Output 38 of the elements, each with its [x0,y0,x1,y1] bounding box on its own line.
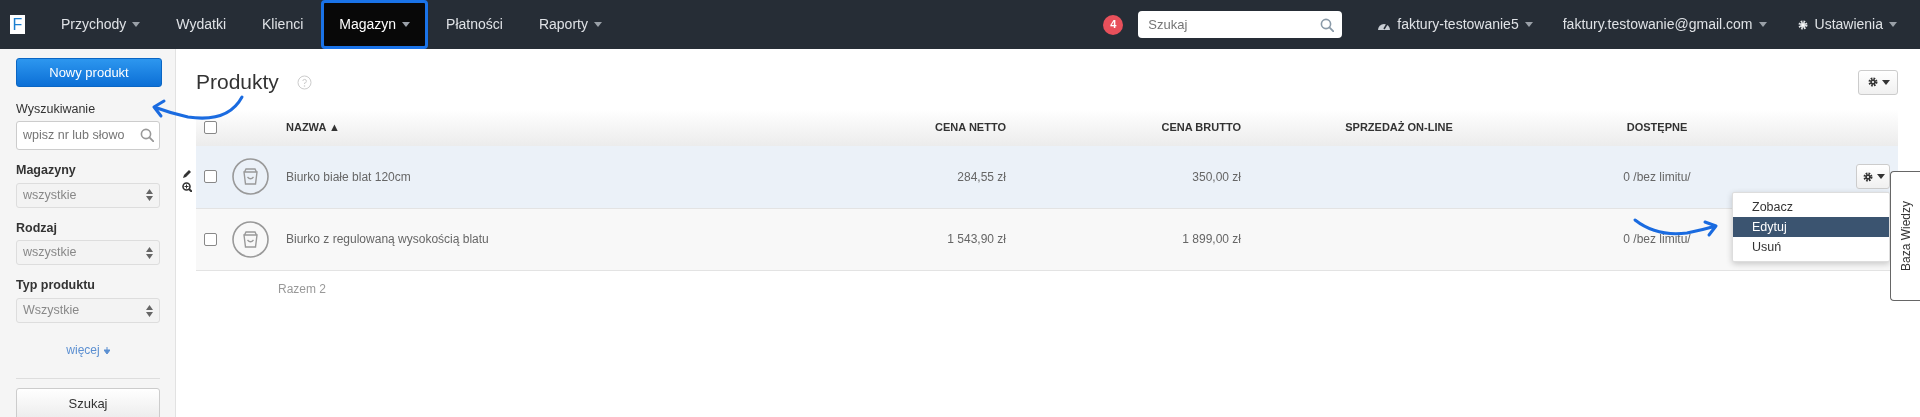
nav-tab[interactable]: Przychody [43,0,159,49]
table-cell: 0 /bez limitu/ [1623,169,1691,184]
table-cell: 0 /bez limitu/ [1623,232,1691,246]
nav-tab[interactable]: Klienci [244,0,322,49]
nav-tab[interactable]: Wydatki [158,0,245,49]
search-field[interactable]: Szukaj [1138,11,1343,38]
column-header[interactable]: NAZWA ▲ [286,121,340,134]
page-title: Produkty [196,69,279,95]
table-cell: 1 543,90 zł [947,232,1006,246]
nav-tab[interactable]: Raporty [520,0,620,49]
table-cell: 1 899,00 zł [1182,232,1241,246]
nav-tab[interactable]: Płatności [428,0,521,49]
column-header[interactable]: DOSTĘPNE [1626,121,1688,134]
account-menu[interactable]: faktury-testowanie5 [1362,0,1548,49]
column-header[interactable]: CENA BRUTTO [1161,121,1241,134]
nav-tab[interactable]: Magazyn [321,0,429,49]
search-button[interactable]: Szukaj [16,387,160,417]
knowledge-base-tab[interactable]: Baza Wiedzy [1890,171,1920,301]
table-cell: 350,00 zł [1192,169,1241,184]
notification-badge[interactable]: 4 [1103,14,1124,35]
table-cell: 284,55 zł [957,169,1006,184]
product-name[interactable]: Biurko z regulowaną wysokością blatu [286,232,489,246]
menu-item[interactable]: Edytuj [1733,217,1889,237]
product-name[interactable]: Biurko białe blat 120cm [286,169,411,184]
search-field[interactable]: wpisz nr lub słowo [16,120,160,150]
menu-item[interactable]: Usuń [1733,237,1889,257]
menu-item[interactable]: Zobacz [1733,197,1889,217]
account-menu[interactable]: faktury.testowanie@gmail.com [1547,0,1782,49]
logo-icon: F [10,15,25,34]
total-count: Razem 2 [278,280,328,298]
new-product-button[interactable]: Nowy produkt [16,58,162,87]
column-header[interactable]: SPRZEDAŻ ON-LINE [1345,121,1453,134]
filter-label: Typ produktu [16,277,96,295]
search-label: Wyszukiwanie [16,101,97,118]
filter-label: Rodzaj [16,219,58,237]
column-header[interactable]: CENA NETTO [935,121,1006,134]
account-menu[interactable]: Ustawienia [1781,0,1912,49]
filter-label: Magazyny [16,161,77,179]
